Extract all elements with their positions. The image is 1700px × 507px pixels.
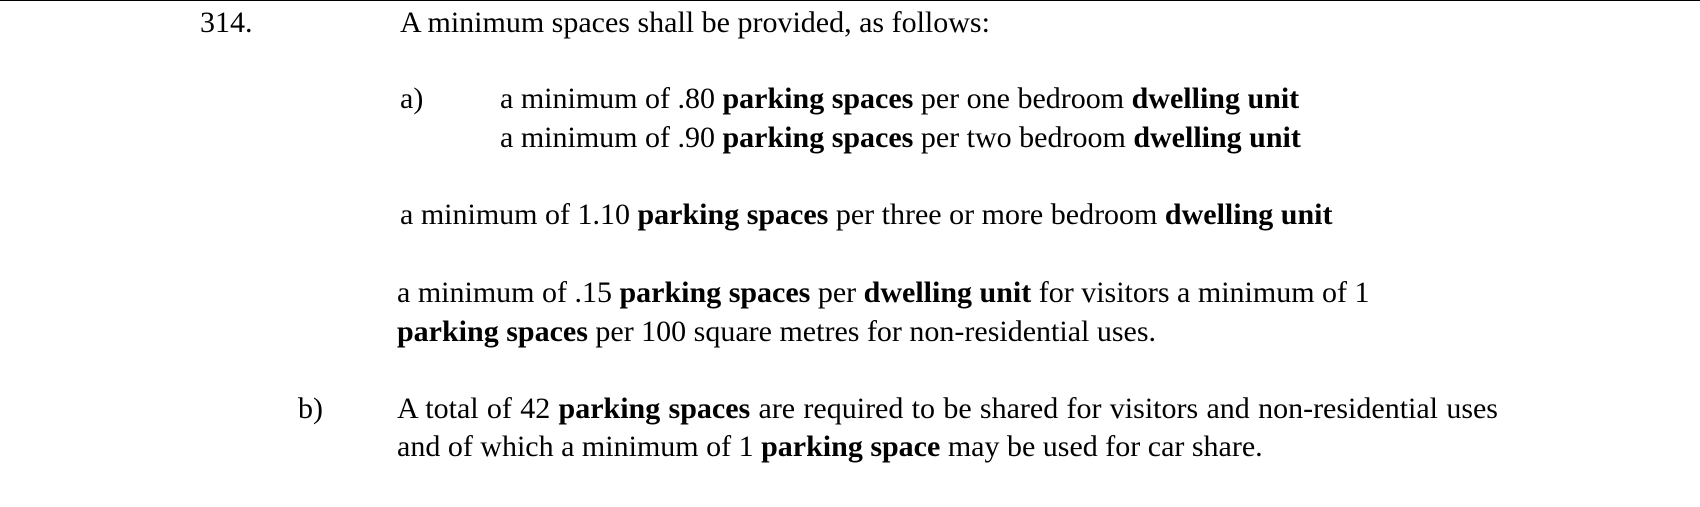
- defined-term: parking spaces: [397, 315, 588, 348]
- text-run: per: [810, 276, 864, 309]
- defined-term: parking space: [761, 430, 941, 463]
- section-number: 314.: [200, 6, 253, 39]
- three-bedroom-requirement: a minimum of 1.10 parking spaces per thr…: [400, 196, 1332, 234]
- text-run: a minimum of .80: [500, 82, 723, 115]
- defined-term: dwelling unit: [1133, 121, 1301, 154]
- shared-parking-paragraph: A total of 42 parking spaces are require…: [397, 390, 1498, 466]
- item-b-marker: b): [298, 392, 323, 425]
- text-run: a minimum of 1.10: [400, 198, 638, 231]
- defined-term: dwelling unit: [863, 276, 1032, 309]
- text-run: per 100 square metres for non-residentia…: [587, 315, 1157, 348]
- text-run: per two bedroom: [913, 121, 1134, 154]
- defined-term: parking spaces: [722, 82, 914, 115]
- text-run: per three or more bedroom: [828, 198, 1165, 231]
- visitor-requirement-line-2: parking spaces per 100 square metres for…: [397, 313, 1156, 351]
- text-run: a minimum of .15: [397, 276, 620, 309]
- defined-term: dwelling unit: [1164, 198, 1333, 231]
- defined-term: parking spaces: [558, 392, 751, 425]
- defined-term: parking spaces: [722, 121, 914, 154]
- section-intro: A minimum spaces shall be provided, as f…: [400, 6, 990, 39]
- text-run: A total of 42: [397, 392, 559, 425]
- top-rule: [0, 0, 1700, 1]
- defined-term: dwelling unit: [1131, 82, 1300, 115]
- text-run: for visitors a minimum of 1: [1031, 276, 1370, 309]
- text-run: per one bedroom: [913, 82, 1132, 115]
- defined-term: parking spaces: [637, 198, 829, 231]
- visitor-requirement-line-1: a minimum of .15 parking spaces per dwel…: [397, 274, 1370, 312]
- text-run: a minimum of .90: [500, 121, 723, 154]
- item-a-marker: a): [400, 82, 424, 115]
- two-bedroom-requirement: a minimum of .90 parking spaces per two …: [500, 119, 1301, 157]
- text-run: may be used for car share.: [940, 430, 1263, 463]
- one-bedroom-requirement: a minimum of .80 parking spaces per one …: [500, 80, 1299, 118]
- defined-term: parking spaces: [619, 276, 811, 309]
